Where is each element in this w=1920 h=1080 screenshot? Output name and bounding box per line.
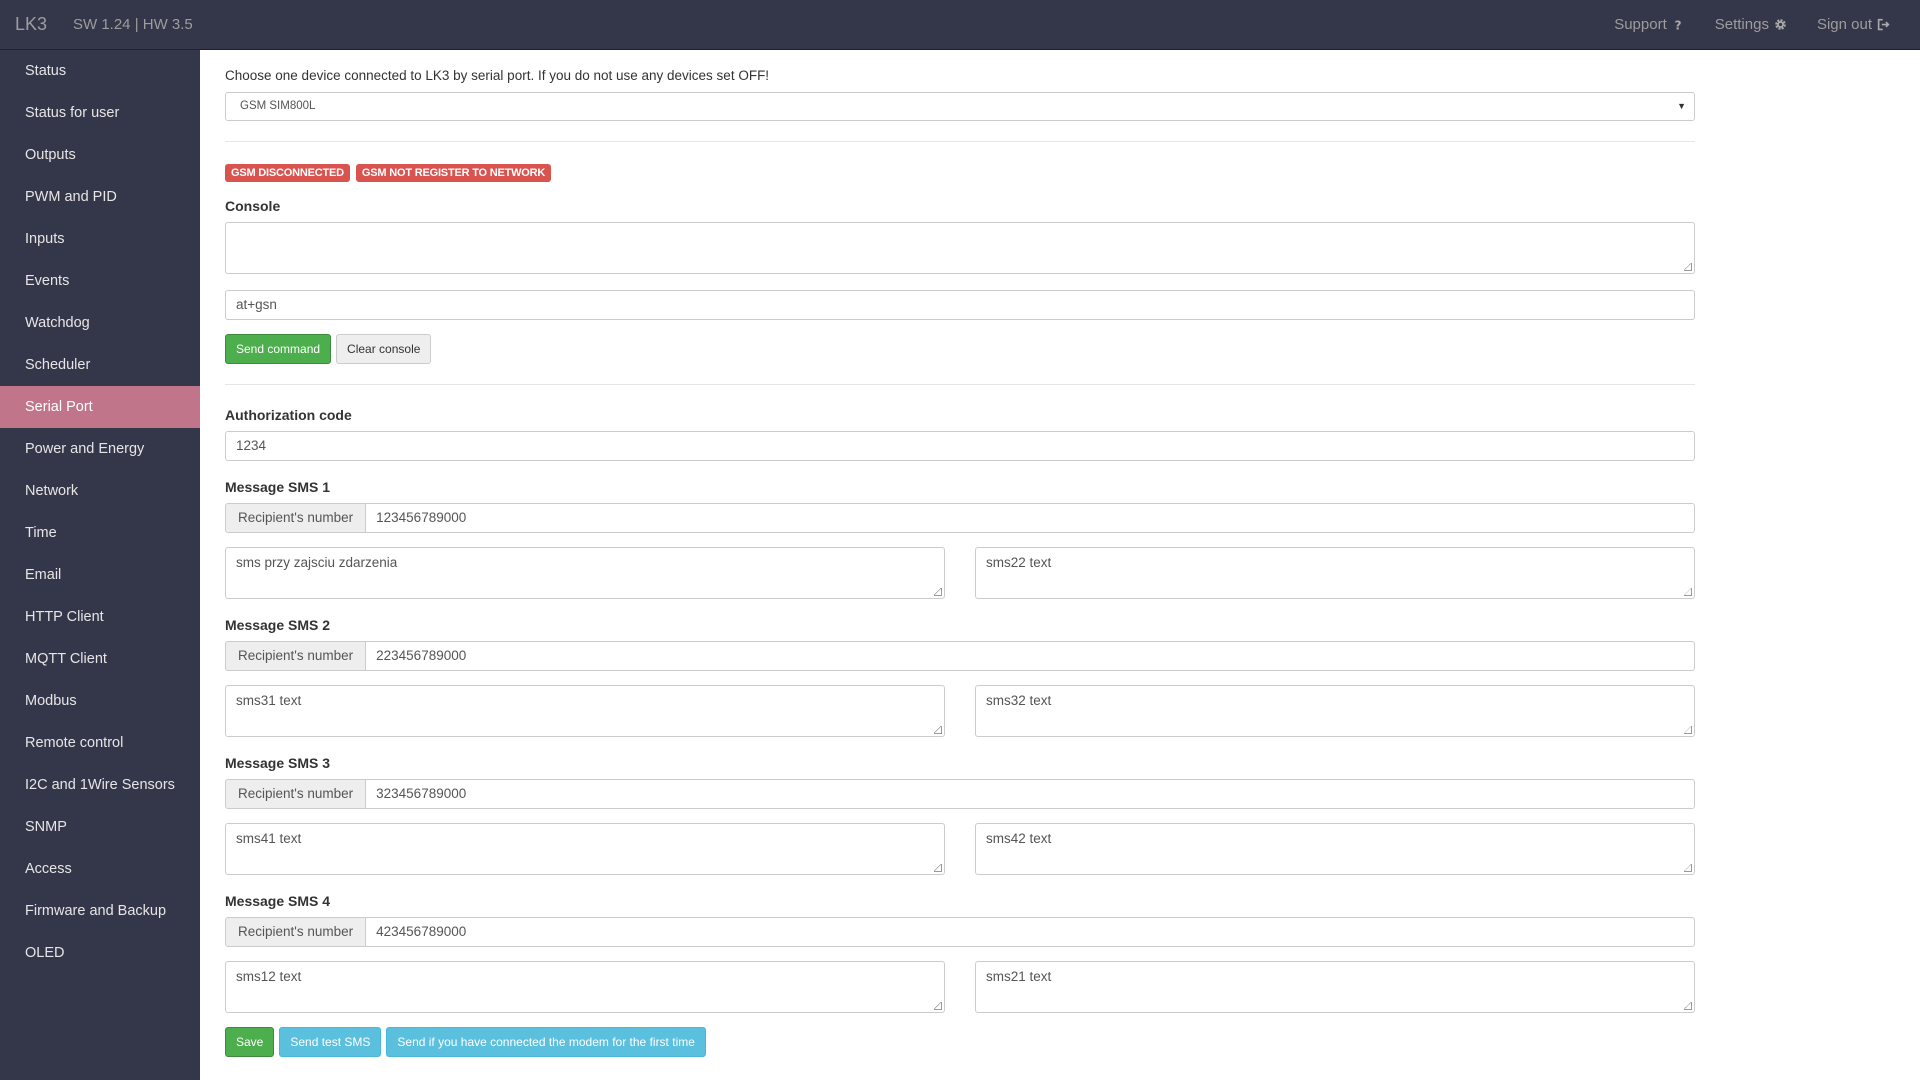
- sms-title: Message SMS 2: [225, 617, 331, 633]
- console-buttons: Send command Clear console: [225, 334, 1695, 364]
- sms-block-1: Message SMS 1 Recipient's number 1234567…: [225, 479, 1695, 599]
- sign-out-label: Sign out: [1816, 16, 1872, 33]
- console-output[interactable]: [225, 222, 1695, 274]
- sms-text-a[interactable]: sms przy zajsciu zdarzenia: [225, 547, 945, 599]
- sign-out-icon: [1877, 18, 1890, 31]
- device-select-value: GSM SIM800L: [240, 100, 316, 112]
- sms-text-pair: sms31 text sms32 text: [225, 685, 1695, 737]
- sidebar-item-modbus[interactable]: Modbus: [0, 680, 200, 722]
- save-button[interactable]: Save: [225, 1027, 275, 1057]
- sidebar: Status Status for user Outputs PWM and P…: [0, 50, 200, 1080]
- main-content: Choose one device connected to LK3 by se…: [225, 50, 1695, 1057]
- sms-text-b[interactable]: sms32 text: [975, 685, 1695, 737]
- top-nav: Support ? Settings Sign out: [1614, 16, 1890, 33]
- question-icon: ?: [1674, 18, 1681, 31]
- recipient-number-group: Recipient's number 423456789000: [225, 917, 1695, 947]
- sms-text-a[interactable]: sms31 text: [225, 685, 945, 737]
- sms-text-a[interactable]: sms12 text: [225, 961, 945, 1013]
- send-first-time-button[interactable]: Send if you have connected the modem for…: [386, 1027, 706, 1057]
- recipient-number-group: Recipient's number 223456789000: [225, 641, 1695, 671]
- sms-text-b[interactable]: sms21 text: [975, 961, 1695, 1013]
- svg-text:?: ?: [1674, 18, 1681, 31]
- gear-icon: [1775, 19, 1786, 30]
- chevron-down-icon: ▼: [1677, 101, 1686, 111]
- sidebar-item-firmware-and-backup[interactable]: Firmware and Backup: [0, 890, 200, 932]
- recipient-number-label: Recipient's number: [225, 917, 367, 947]
- recipient-number-group: Recipient's number 323456789000: [225, 779, 1695, 809]
- gsm-disconnected-badge: GSM DISCONNECTED: [225, 164, 350, 182]
- sms-text-pair: sms przy zajsciu zdarzenia sms22 text: [225, 547, 1695, 599]
- sms-block-3: Message SMS 3 Recipient's number 3234567…: [225, 755, 1695, 875]
- sidebar-item-mqtt-client[interactable]: MQTT Client: [0, 638, 200, 680]
- console-label: Console: [225, 198, 281, 214]
- divider: [225, 384, 1695, 385]
- recipient-number-input[interactable]: 323456789000: [366, 779, 1695, 809]
- sidebar-item-snmp[interactable]: SNMP: [0, 806, 200, 848]
- sms-block-4: Message SMS 4 Recipient's number 4234567…: [225, 893, 1695, 1013]
- sidebar-item-status[interactable]: Status: [0, 50, 200, 92]
- sms-text-b[interactable]: sms42 text: [975, 823, 1695, 875]
- sidebar-item-status-for-user[interactable]: Status for user: [0, 92, 200, 134]
- sidebar-item-network[interactable]: Network: [0, 470, 200, 512]
- recipient-number-label: Recipient's number: [225, 503, 367, 533]
- device-select[interactable]: GSM SIM800L ▼: [225, 92, 1695, 121]
- recipient-number-label: Recipient's number: [225, 779, 367, 809]
- auth-code-input[interactable]: 1234: [225, 431, 1695, 461]
- console-command-input[interactable]: at+gsn: [225, 290, 1695, 320]
- sidebar-item-outputs[interactable]: Outputs: [0, 134, 200, 176]
- sidebar-item-http-client[interactable]: HTTP Client: [0, 596, 200, 638]
- recipient-number-input[interactable]: 123456789000: [366, 503, 1695, 533]
- sms-title: Message SMS 4: [225, 893, 331, 909]
- sidebar-item-pwm-and-pid[interactable]: PWM and PID: [0, 176, 200, 218]
- divider: [225, 141, 1695, 142]
- sidebar-item-scheduler[interactable]: Scheduler: [0, 344, 200, 386]
- sidebar-item-email[interactable]: Email: [0, 554, 200, 596]
- serial-intro-text: Choose one device connected to LK3 by se…: [225, 68, 770, 83]
- gsm-status-badges: GSM DISCONNECTED GSM NOT REGISTER TO NET…: [225, 164, 1695, 182]
- recipient-number-input[interactable]: 223456789000: [366, 641, 1695, 671]
- sms-text-pair: sms12 text sms21 text: [225, 961, 1695, 1013]
- support-label: Support: [1614, 16, 1667, 33]
- sms-title: Message SMS 1: [225, 479, 331, 495]
- gsm-not-registered-badge: GSM NOT REGISTER TO NETWORK: [355, 164, 552, 182]
- auth-code-label: Authorization code: [225, 407, 352, 423]
- sign-out-link[interactable]: Sign out: [1817, 16, 1890, 33]
- settings-label: Settings: [1714, 16, 1769, 33]
- sidebar-item-oled[interactable]: OLED: [0, 932, 200, 974]
- recipient-number-label: Recipient's number: [225, 641, 367, 671]
- sidebar-item-power-and-energy[interactable]: Power and Energy: [0, 428, 200, 470]
- sidebar-item-i2c-and-1wire-sensors[interactable]: I2C and 1Wire Sensors: [0, 764, 200, 806]
- support-link[interactable]: Support ?: [1614, 16, 1685, 33]
- sidebar-item-inputs[interactable]: Inputs: [0, 218, 200, 260]
- sms-text-a[interactable]: sms41 text: [225, 823, 945, 875]
- send-test-sms-button[interactable]: Send test SMS: [279, 1027, 382, 1057]
- sms-text-b[interactable]: sms22 text: [975, 547, 1695, 599]
- settings-link[interactable]: Settings: [1715, 16, 1787, 33]
- sidebar-item-watchdog[interactable]: Watchdog: [0, 302, 200, 344]
- brand-logo[interactable]: LK3: [15, 14, 47, 35]
- form-actions: Save Send test SMS Send if you have conn…: [225, 1027, 1695, 1057]
- sidebar-item-access[interactable]: Access: [0, 848, 200, 890]
- version-info: SW 1.24 | HW 3.5: [73, 16, 193, 33]
- sidebar-item-serial-port[interactable]: Serial Port: [0, 386, 200, 428]
- sms-text-pair: sms41 text sms42 text: [225, 823, 1695, 875]
- recipient-number-group: Recipient's number 123456789000: [225, 503, 1695, 533]
- recipient-number-input[interactable]: 423456789000: [366, 917, 1695, 947]
- sidebar-item-events[interactable]: Events: [0, 260, 200, 302]
- clear-console-button[interactable]: Clear console: [336, 334, 432, 364]
- sms-title: Message SMS 3: [225, 755, 331, 771]
- sidebar-item-time[interactable]: Time: [0, 512, 200, 554]
- sidebar-item-remote-control[interactable]: Remote control: [0, 722, 200, 764]
- send-command-button[interactable]: Send command: [225, 334, 332, 364]
- sms-block-2: Message SMS 2 Recipient's number 2234567…: [225, 617, 1695, 737]
- top-navbar: LK3 SW 1.24 | HW 3.5 Support ? Settings …: [0, 0, 1920, 50]
